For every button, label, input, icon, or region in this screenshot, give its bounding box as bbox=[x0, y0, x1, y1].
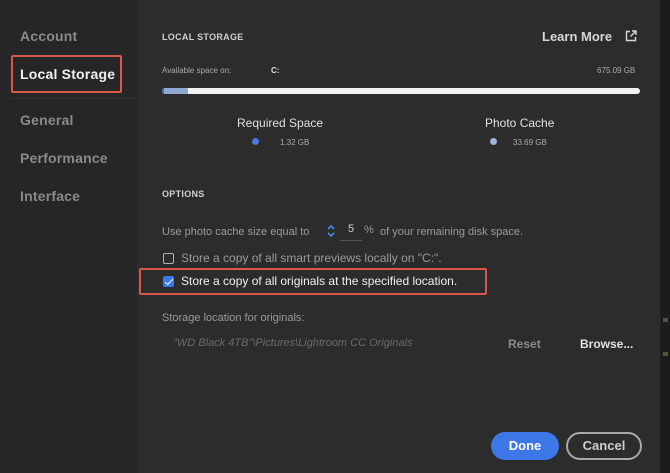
sidebar-divider bbox=[11, 98, 135, 99]
required-space-label: Required Space bbox=[237, 116, 324, 130]
smart-previews-checkbox[interactable] bbox=[163, 253, 174, 264]
photo-cache-dot bbox=[490, 138, 497, 145]
external-link-icon[interactable] bbox=[625, 30, 637, 42]
options-heading: OPTIONS bbox=[162, 189, 205, 199]
smart-previews-label: Store a copy of all smart previews local… bbox=[181, 251, 442, 265]
store-originals-label: Store a copy of all originals at the spe… bbox=[181, 274, 458, 288]
photo-cache-fill bbox=[164, 88, 188, 94]
cache-size-unit: % bbox=[364, 224, 374, 236]
cache-size-prefix: Use photo cache size equal to bbox=[162, 226, 310, 238]
sidebar-item-account[interactable]: Account bbox=[20, 28, 77, 44]
learn-more-link[interactable]: Learn More bbox=[542, 29, 612, 44]
required-space-value: 1.32 GB bbox=[280, 138, 310, 147]
cancel-button[interactable]: Cancel bbox=[566, 432, 642, 460]
storage-location-label: Storage location for originals: bbox=[162, 312, 305, 324]
available-space-label: Available space on: bbox=[162, 66, 232, 75]
browse-button[interactable]: Browse... bbox=[580, 337, 633, 351]
sidebar-item-local-storage[interactable]: Local Storage bbox=[20, 66, 115, 82]
store-originals-checkbox[interactable] bbox=[163, 276, 174, 287]
storage-usage-bar bbox=[162, 88, 640, 94]
cache-size-suffix: of your remaining disk space. bbox=[380, 226, 524, 238]
cache-size-input[interactable]: 5 bbox=[340, 223, 362, 241]
done-button[interactable]: Done bbox=[491, 432, 559, 460]
required-space-dot bbox=[252, 138, 259, 145]
sidebar-item-general[interactable]: General bbox=[20, 112, 74, 128]
reset-button[interactable]: Reset bbox=[508, 337, 541, 351]
sidebar-item-interface[interactable]: Interface bbox=[20, 188, 80, 204]
sidebar-item-performance[interactable]: Performance bbox=[20, 150, 108, 166]
photo-cache-value: 33.69 GB bbox=[513, 138, 547, 147]
window-edge bbox=[660, 0, 670, 473]
drive-name: C: bbox=[271, 66, 280, 75]
local-storage-heading: LOCAL STORAGE bbox=[162, 32, 244, 42]
preferences-dialog: Account Local Storage General Performanc… bbox=[0, 0, 670, 473]
storage-path-field: "WD Black 4TB"\Pictures\Lightroom CC Ori… bbox=[173, 337, 413, 349]
photo-cache-label: Photo Cache bbox=[485, 116, 555, 130]
sidebar: Account Local Storage General Performanc… bbox=[0, 0, 137, 473]
total-space-value: 675.09 GB bbox=[597, 66, 636, 75]
stepper-arrows-icon[interactable] bbox=[326, 223, 336, 239]
